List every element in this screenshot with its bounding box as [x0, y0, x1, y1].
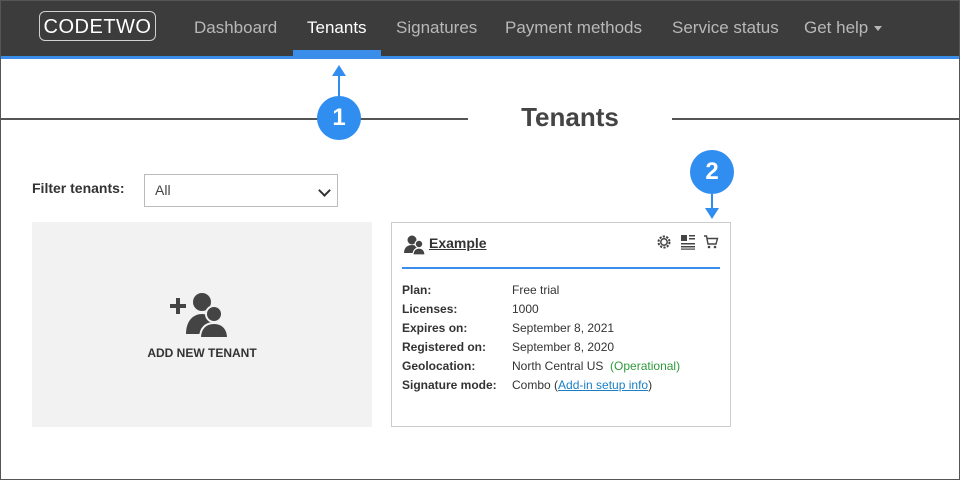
- license-list-icon[interactable]: [680, 234, 696, 250]
- filter-selected-value: All: [155, 182, 171, 198]
- plan-label: Plan:: [402, 283, 432, 297]
- nav-dashboard[interactable]: Dashboard: [194, 0, 277, 56]
- addin-setup-info-link[interactable]: Add-in setup info: [558, 378, 648, 392]
- signature-mode-value: Combo: [512, 378, 551, 392]
- callout-2-badge: 2: [690, 150, 734, 194]
- signature-mode-value-group: Combo (Add-in setup info): [512, 378, 653, 392]
- caret-down-icon: [874, 26, 883, 32]
- filter-tenants-select[interactable]: All: [144, 174, 338, 207]
- tenant-users-icon: [404, 235, 426, 255]
- top-navbar: CODETWO Dashboard Tenants Signatures Pay…: [0, 0, 960, 56]
- title-rule-left: [0, 118, 468, 120]
- geolocation-value: North Central US: [512, 359, 604, 373]
- callout-1-arrow-line: [338, 74, 340, 98]
- geolocation-value-group: North Central US (Operational): [512, 359, 680, 373]
- chevron-down-icon: [318, 184, 331, 197]
- tenant-name-link[interactable]: Example: [429, 235, 487, 251]
- nav-get-help-label: Get help: [804, 18, 869, 37]
- nav-tenants[interactable]: Tenants: [307, 0, 367, 56]
- cart-icon[interactable]: [703, 234, 719, 250]
- plan-value: Free trial: [512, 283, 560, 297]
- codetwo-logo[interactable]: CODETWO: [39, 11, 156, 41]
- tenant-card-divider: [402, 267, 720, 269]
- add-new-tenant-card[interactable]: ADD NEW TENANT: [32, 222, 372, 427]
- signature-mode-label: Signature mode:: [402, 378, 497, 392]
- geolocation-status: (Operational): [610, 359, 681, 373]
- callout-2-arrowhead: [705, 208, 719, 219]
- nav-service-status[interactable]: Service status: [672, 0, 779, 56]
- page-title: Tenants: [521, 102, 619, 132]
- nav-signatures[interactable]: Signatures: [396, 0, 477, 56]
- expires-label: Expires on:: [402, 321, 468, 335]
- expires-value: September 8, 2021: [512, 321, 615, 335]
- add-user-icon: [170, 293, 230, 339]
- tenant-card: Example Plan: Free trial Licenses: 1000 …: [391, 222, 731, 427]
- title-rule-right: [672, 118, 960, 120]
- registered-label: Registered on:: [402, 340, 487, 354]
- add-new-tenant-label: ADD NEW TENANT: [147, 346, 257, 360]
- licenses-label: Licenses:: [402, 302, 458, 316]
- navbar-accent-bar: [0, 56, 960, 59]
- callout-1-badge: 1: [317, 96, 361, 140]
- nav-payment-methods[interactable]: Payment methods: [505, 0, 642, 56]
- nav-get-help[interactable]: Get help: [804, 0, 883, 56]
- filter-tenants-label: Filter tenants:: [32, 180, 125, 196]
- registered-value: September 8, 2020: [512, 340, 615, 354]
- geolocation-label: Geolocation:: [402, 359, 476, 373]
- licenses-value: 1000: [512, 302, 539, 316]
- settings-gear-icon[interactable]: [656, 234, 672, 250]
